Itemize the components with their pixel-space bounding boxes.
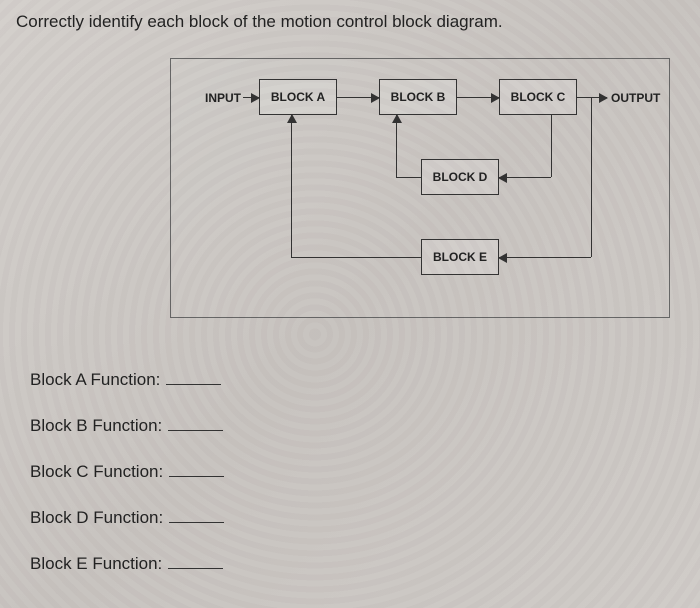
answer-row-b: Block B Function: — [30, 416, 224, 436]
answer-c-blank[interactable] — [169, 463, 224, 477]
question-prompt: Correctly identify each block of the mot… — [16, 12, 684, 32]
answer-e-label: Block E Function: — [30, 554, 162, 574]
answer-a-label: Block A Function: — [30, 370, 160, 390]
answer-a-blank[interactable] — [166, 371, 221, 385]
arrow-into-e — [499, 257, 591, 258]
block-diagram-frame: INPUT BLOCK A BLOCK B BLOCK C OUTPUT BLO… — [170, 58, 670, 318]
answer-row-d: Block D Function: — [30, 508, 224, 528]
arrow-input-to-a — [243, 97, 259, 98]
line-e-left — [291, 257, 421, 258]
block-d: BLOCK D — [421, 159, 499, 195]
answer-b-label: Block B Function: — [30, 416, 162, 436]
answer-section: Block A Function: Block B Function: Bloc… — [30, 370, 224, 600]
arrow-d-up-to-b — [396, 115, 397, 178]
answer-e-blank[interactable] — [168, 555, 223, 569]
answer-d-label: Block D Function: — [30, 508, 163, 528]
answer-d-blank[interactable] — [169, 509, 224, 523]
line-c-down-to-d — [551, 115, 552, 177]
answer-row-c: Block C Function: — [30, 462, 224, 482]
arrow-c-to-output — [577, 97, 607, 98]
answer-row-e: Block E Function: — [30, 554, 224, 574]
answer-row-a: Block A Function: — [30, 370, 224, 390]
line-output-tap-down — [591, 97, 592, 257]
arrow-e-up-to-a — [291, 115, 292, 258]
block-c: BLOCK C — [499, 79, 577, 115]
input-label: INPUT — [205, 91, 241, 105]
answer-b-blank[interactable] — [168, 417, 223, 431]
answer-c-label: Block C Function: — [30, 462, 163, 482]
block-e: BLOCK E — [421, 239, 499, 275]
line-d-left — [396, 177, 421, 178]
arrow-into-d — [499, 177, 551, 178]
arrow-a-to-b — [337, 97, 379, 98]
block-a: BLOCK A — [259, 79, 337, 115]
block-b: BLOCK B — [379, 79, 457, 115]
arrow-b-to-c — [457, 97, 499, 98]
output-label: OUTPUT — [611, 91, 660, 105]
